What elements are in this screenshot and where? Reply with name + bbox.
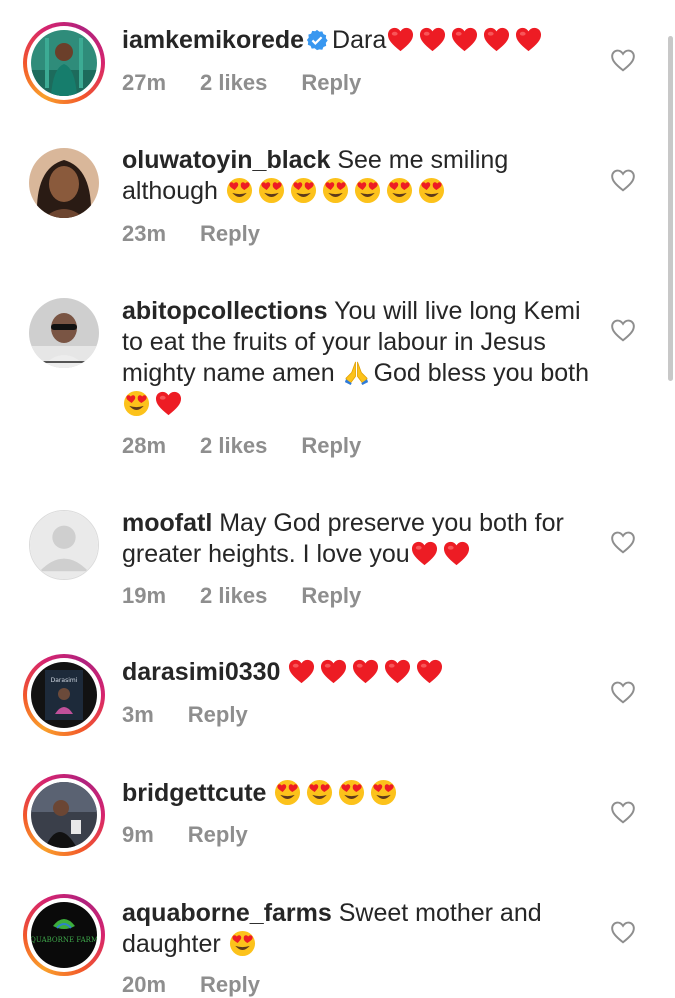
emoji-row — [228, 930, 260, 958]
red-heart-icon — [516, 27, 542, 52]
comment-username[interactable]: aquaborne_farms — [122, 899, 332, 927]
comment-username[interactable]: abitopcollections — [122, 297, 328, 325]
red-heart-icon — [289, 659, 315, 684]
heart-eyes-emoji-icon — [290, 177, 316, 204]
heart-eyes-emoji-icon — [322, 177, 348, 204]
avatar[interactable] — [23, 292, 105, 374]
heart-outline-icon[interactable] — [610, 800, 636, 824]
comment-time: 20m — [122, 972, 167, 997]
heart-eyes-emoji-icon — [123, 390, 150, 417]
red-heart-icon — [321, 659, 347, 684]
avatar[interactable] — [23, 142, 105, 224]
heart-outline-icon[interactable] — [610, 48, 636, 72]
verified-badge-icon — [306, 29, 328, 51]
comment-text-continued: God bless you both — [373, 359, 589, 387]
red-heart-icon — [411, 541, 437, 566]
scrollbar[interactable] — [668, 36, 673, 381]
heart-outline-icon[interactable] — [610, 318, 636, 342]
avatar[interactable] — [23, 504, 105, 586]
emoji-row — [122, 390, 186, 418]
heart-eyes-emoji-icon — [307, 779, 333, 806]
comment-time: 28m — [122, 433, 167, 458]
comment-username[interactable]: iamkemikorede — [122, 26, 304, 54]
heart-eyes-emoji-icon — [229, 930, 255, 957]
comment-time: 27m — [122, 70, 167, 95]
reply-button[interactable]: Reply — [188, 702, 248, 727]
heart-outline-icon[interactable] — [610, 530, 636, 554]
heart-outline-icon[interactable] — [610, 920, 636, 944]
likes-count[interactable]: 2 likes — [200, 583, 267, 608]
heart-eyes-emoji-icon — [354, 177, 380, 204]
heart-eyes-emoji-icon — [258, 177, 284, 204]
reply-button[interactable]: Reply — [301, 433, 361, 458]
praying-hands-icon — [344, 361, 368, 386]
avatar[interactable] — [23, 774, 105, 856]
comment-username[interactable]: bridgettcute — [122, 779, 266, 807]
logo-text: AQUABORNE FARMS — [31, 936, 97, 944]
likes-count[interactable]: 2 likes — [200, 70, 267, 95]
red-heart-icon — [155, 391, 182, 416]
red-heart-icon — [353, 659, 379, 684]
reply-button[interactable]: Reply — [301, 583, 361, 608]
comment-username[interactable]: moofatl — [122, 509, 212, 537]
svg-text:Darasimi: Darasimi — [51, 677, 78, 684]
reply-button[interactable]: Reply — [188, 822, 248, 847]
comment-time: 19m — [122, 583, 167, 608]
emoji-row — [287, 658, 447, 686]
red-heart-icon — [388, 27, 414, 52]
red-heart-icon — [417, 659, 443, 684]
comment-time: 9m — [122, 822, 154, 847]
reply-button[interactable]: Reply — [200, 972, 260, 997]
comment-text: Dara — [332, 26, 387, 54]
avatar[interactable]: Darasimi — [23, 654, 105, 736]
reply-button[interactable]: Reply — [200, 221, 260, 246]
avatar[interactable] — [23, 22, 105, 104]
comment-time: 3m — [122, 702, 154, 727]
reply-button[interactable]: Reply — [301, 70, 361, 95]
heart-outline-icon[interactable] — [610, 168, 636, 192]
heart-eyes-emoji-icon — [226, 177, 252, 204]
heart-eyes-emoji-icon — [275, 779, 301, 806]
heart-eyes-emoji-icon — [371, 779, 397, 806]
emoji-row — [386, 26, 546, 54]
red-heart-icon — [385, 659, 411, 684]
heart-eyes-emoji-icon — [418, 177, 444, 204]
heart-outline-icon[interactable] — [610, 680, 636, 704]
heart-eyes-emoji-icon — [386, 177, 412, 204]
comment-time: 23m — [122, 221, 167, 246]
emoji-row — [273, 779, 401, 807]
red-heart-icon — [443, 541, 469, 566]
emoji-row — [342, 359, 374, 387]
red-heart-icon — [484, 27, 510, 52]
comment-username[interactable]: darasimi0330 — [122, 658, 280, 686]
emoji-row — [225, 177, 449, 205]
red-heart-icon — [420, 27, 446, 52]
heart-eyes-emoji-icon — [339, 779, 365, 806]
comment-username[interactable]: oluwatoyin_black — [122, 146, 330, 174]
avatar[interactable]: AQUABORNE FARMS — [23, 894, 105, 976]
likes-count[interactable]: 2 likes — [200, 433, 267, 458]
red-heart-icon — [452, 27, 478, 52]
emoji-row — [410, 540, 474, 568]
